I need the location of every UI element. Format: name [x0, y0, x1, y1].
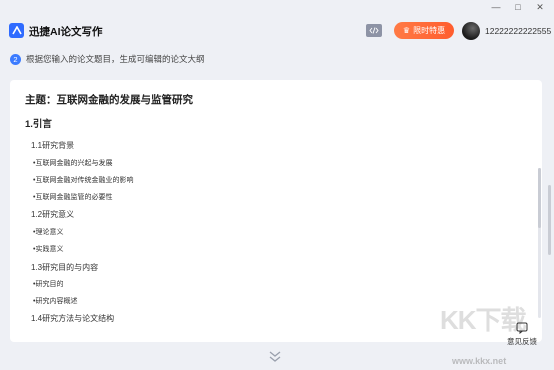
restore-button[interactable]: □ — [512, 2, 524, 12]
crown-icon: ♛ — [402, 26, 411, 35]
feedback-label: 意见反馈 — [507, 337, 537, 346]
username: 12222222222555 — [485, 26, 552, 36]
outline-item[interactable]: •互联网金融的兴起与发展 — [33, 158, 112, 168]
outline-scrollbar-thumb[interactable] — [538, 168, 541, 228]
promo-button[interactable]: ♛ 限时特惠 — [394, 22, 454, 39]
close-button[interactable]: ✕ — [534, 2, 546, 13]
outline-section[interactable]: 1.3研究目的与内容 — [31, 262, 98, 273]
outline-item[interactable]: •研究内容概述 — [33, 296, 77, 306]
step-hint: 2 根据您输入的论文题目，生成可编辑的论文大纲 — [10, 53, 205, 65]
app-logo-icon — [9, 23, 24, 38]
header: 迅捷AI论文写作 ♛ 限时特惠 12222222222555 — [0, 14, 554, 48]
expand-down-icon[interactable] — [268, 351, 282, 363]
step-number-badge: 2 — [10, 53, 21, 65]
outline-heading[interactable]: 1.引言 — [25, 116, 52, 130]
app-title: 迅捷AI论文写作 — [29, 26, 103, 38]
window-controls: — □ ✕ — [490, 0, 554, 14]
feedback-icon — [516, 322, 528, 334]
promo-label: 限时特惠 — [413, 26, 446, 35]
step-text: 根据您输入的论文题目，生成可编辑的论文大纲 — [26, 54, 205, 64]
avatar[interactable] — [462, 22, 480, 40]
outline-item[interactable]: •理论意义 — [33, 227, 63, 237]
code-icon[interactable] — [366, 24, 382, 37]
outline-item[interactable]: •实践意义 — [33, 244, 63, 254]
feedback-button[interactable]: 意见反馈 — [504, 322, 540, 347]
watermark-url: www.kkx.net — [452, 356, 507, 366]
outline-item[interactable]: •互联网金融对传统金融业的影响 — [33, 175, 133, 185]
outline-section[interactable]: 1.1研究背景 — [31, 140, 74, 151]
minimize-button[interactable]: — — [490, 2, 502, 12]
outline-topic: 主题：互联网金融的发展与监管研究 — [25, 94, 193, 106]
outline-item[interactable]: •互联网金融监管的必要性 — [33, 192, 112, 202]
outline-item[interactable]: •研究目的 — [33, 279, 63, 289]
outline-section[interactable]: 1.2研究意义 — [31, 209, 74, 220]
outline-scrollbar[interactable] — [538, 168, 541, 318]
page-scrollbar[interactable] — [548, 185, 551, 255]
outline-section[interactable]: 1.4研究方法与论文结构 — [31, 313, 114, 324]
